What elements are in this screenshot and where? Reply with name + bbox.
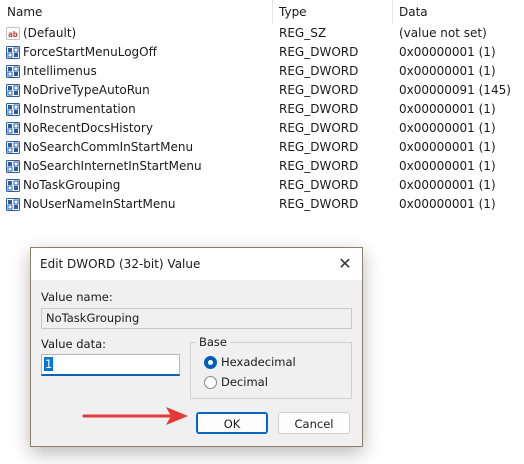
value-type-cell: REG_DWORD bbox=[279, 140, 359, 154]
value-data-cell: 0x00000001 (1) bbox=[399, 197, 496, 211]
value-name-text: NoTaskGrouping bbox=[46, 311, 140, 325]
column-divider[interactable] bbox=[392, 0, 393, 24]
registry-value-row[interactable]: ab (Default) REG_SZ (value not set) bbox=[0, 24, 524, 43]
binary-value-icon bbox=[6, 179, 20, 192]
value-name-cell: NoDriveTypeAutoRun bbox=[23, 83, 150, 97]
value-type-cell: REG_DWORD bbox=[279, 102, 359, 116]
registry-value-list: ab (Default) REG_SZ (value not set) ForceSta… bbox=[0, 24, 524, 214]
registry-value-row[interactable]: Intellimenus REG_DWORD 0x00000001 (1) bbox=[0, 62, 524, 81]
base-groupbox bbox=[190, 342, 352, 399]
value-data-cell: 0x00000001 (1) bbox=[399, 159, 496, 173]
dialog-titlebar[interactable]: Edit DWORD (32-bit) Value ✕ bbox=[31, 248, 362, 280]
list-header: Name Type Data bbox=[0, 0, 524, 24]
value-type-cell: REG_DWORD bbox=[279, 83, 359, 97]
binary-value-icon bbox=[6, 84, 20, 97]
value-name-cell: (Default) bbox=[23, 26, 77, 40]
value-name-label: Value name: bbox=[41, 290, 113, 304]
value-data-cell: 0x00000001 (1) bbox=[399, 102, 496, 116]
hexadecimal-radio[interactable] bbox=[204, 356, 217, 369]
value-type-cell: REG_DWORD bbox=[279, 45, 359, 59]
value-data-text[interactable]: 1 bbox=[44, 357, 54, 371]
value-type-cell: REG_DWORD bbox=[279, 197, 359, 211]
column-header-type[interactable]: Type bbox=[279, 5, 307, 19]
column-header-data[interactable]: Data bbox=[399, 5, 428, 19]
value-data-cell: 0x00000001 (1) bbox=[399, 64, 496, 78]
binary-value-icon bbox=[6, 141, 20, 154]
value-data-cell: (value not set) bbox=[399, 26, 487, 40]
base-label: Base bbox=[196, 335, 231, 349]
edit-dword-dialog: Edit DWORD (32-bit) Value ✕ Value name: … bbox=[30, 247, 363, 447]
value-data-cell: 0x00000001 (1) bbox=[399, 178, 496, 192]
value-name-cell: NoSearchCommInStartMenu bbox=[23, 140, 194, 154]
value-name-field: NoTaskGrouping bbox=[41, 308, 352, 329]
binary-value-icon bbox=[6, 103, 20, 116]
column-divider[interactable] bbox=[272, 0, 273, 24]
registry-value-row[interactable]: NoUserNameInStartMenu REG_DWORD 0x00000001… bbox=[0, 195, 524, 214]
value-data-cell: 0x00000001 (1) bbox=[399, 140, 496, 154]
hexadecimal-label[interactable]: Hexadecimal bbox=[221, 355, 296, 369]
value-name-cell: Intellimenus bbox=[23, 64, 97, 78]
registry-value-row[interactable]: NoTaskGrouping REG_DWORD 0x00000001 (1) bbox=[0, 176, 524, 195]
value-type-cell: REG_SZ bbox=[279, 26, 327, 40]
binary-value-icon bbox=[6, 160, 20, 173]
annotation-arrow-icon bbox=[82, 407, 188, 425]
cancel-button[interactable]: Cancel bbox=[278, 412, 350, 434]
value-name-cell: NoTaskGrouping bbox=[23, 178, 121, 192]
value-name-cell: ForceStartMenuLogOff bbox=[23, 45, 157, 59]
registry-value-row[interactable]: ForceStartMenuLogOff REG_DWORD 0x00000001 … bbox=[0, 43, 524, 62]
registry-value-row[interactable]: NoRecentDocsHistory REG_DWORD 0x00000001 (… bbox=[0, 119, 524, 138]
value-type-cell: REG_DWORD bbox=[279, 121, 359, 135]
value-data-cell: 0x00000001 (1) bbox=[399, 45, 496, 59]
binary-value-icon bbox=[6, 65, 20, 78]
string-value-icon: ab bbox=[6, 27, 20, 40]
binary-value-icon bbox=[6, 122, 20, 135]
value-data-cell: 0x00000001 (1) bbox=[399, 121, 496, 135]
registry-value-row[interactable]: NoDriveTypeAutoRun REG_DWORD 0x00000091 (1… bbox=[0, 81, 524, 100]
value-name-cell: NoInstrumentation bbox=[23, 102, 136, 116]
column-header-name[interactable]: Name bbox=[7, 5, 42, 19]
value-data-input[interactable]: 1 bbox=[41, 354, 180, 376]
binary-value-icon bbox=[6, 198, 20, 211]
registry-value-row[interactable]: NoInstrumentation REG_DWORD 0x00000001 (1) bbox=[0, 100, 524, 119]
registry-value-row[interactable]: NoSearchInternetInStartMenu REG_DWORD 0x00… bbox=[0, 157, 524, 176]
registry-value-row[interactable]: NoSearchCommInStartMenu REG_DWORD 0x000000… bbox=[0, 138, 524, 157]
binary-value-icon bbox=[6, 46, 20, 59]
decimal-label[interactable]: Decimal bbox=[221, 375, 268, 389]
close-icon[interactable]: ✕ bbox=[336, 255, 354, 273]
ok-button[interactable]: OK bbox=[196, 412, 268, 434]
decimal-radio[interactable] bbox=[204, 376, 217, 389]
value-name-cell: NoSearchInternetInStartMenu bbox=[23, 159, 202, 173]
dialog-title: Edit DWORD (32-bit) Value bbox=[40, 257, 201, 271]
value-type-cell: REG_DWORD bbox=[279, 159, 359, 173]
value-name-cell: NoUserNameInStartMenu bbox=[23, 197, 176, 211]
value-type-cell: REG_DWORD bbox=[279, 64, 359, 78]
svg-text:ab: ab bbox=[8, 30, 18, 39]
value-data-cell: 0x00000091 (145) bbox=[399, 83, 511, 97]
value-name-cell: NoRecentDocsHistory bbox=[23, 121, 153, 135]
value-type-cell: REG_DWORD bbox=[279, 178, 359, 192]
value-data-label: Value data: bbox=[41, 337, 107, 351]
